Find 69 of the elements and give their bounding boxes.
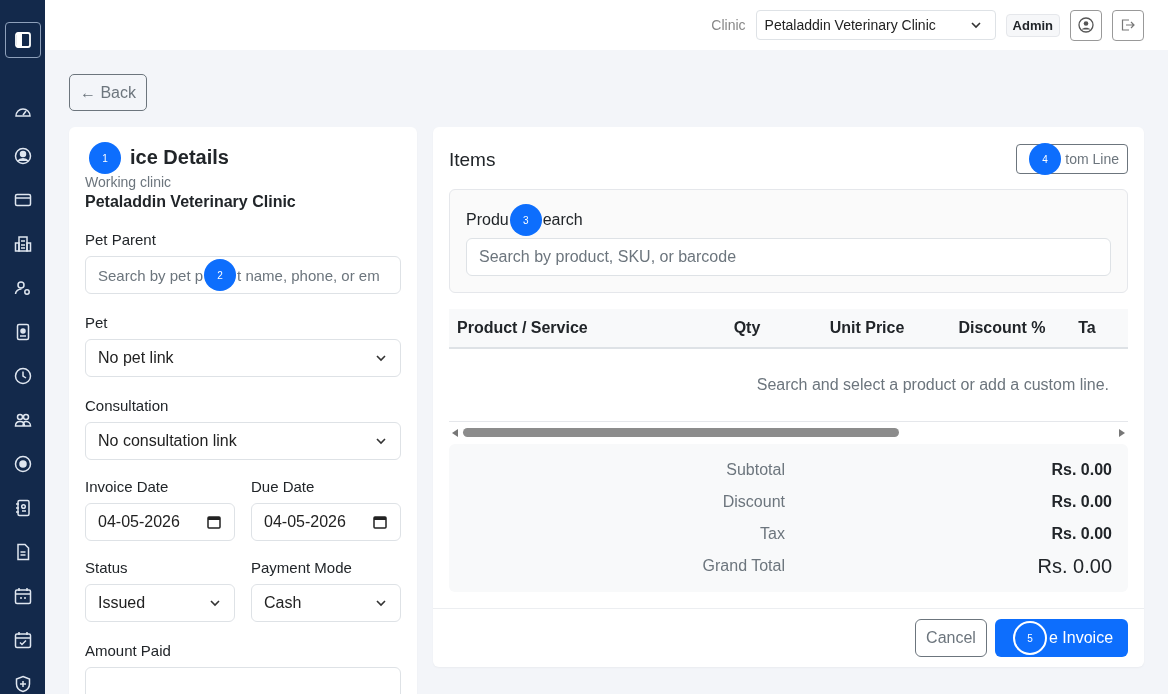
step-marker: 5 [1013,621,1047,655]
column-header: Qty [732,319,762,337]
product-search-field[interactable]: Search by product, SKU, or barcode [466,238,1111,276]
clinic-label: Clinic [711,17,746,33]
status-select[interactable]: Issued [85,584,235,622]
field-label: earch [542,211,583,229]
total-value: Rs. 0.00 [1050,525,1112,543]
card-icon[interactable] [13,191,32,209]
step-marker: 2 [204,259,237,291]
calendar-icon[interactable] [13,587,32,605]
exit-icon [1120,17,1136,33]
back-button[interactable]: ← Back [69,74,147,111]
amount-paid-field[interactable] [85,667,401,694]
pet-parent-search-field[interactable]: Search by pet p 2 t name, phone, or em [85,256,401,294]
payment-mode-select[interactable]: Cash [251,584,401,622]
sidebar-toggle-icon[interactable] [4,22,41,58]
empty-table-message: Search and select a product or add a custom line. [756,376,1109,394]
total-label: Tax [759,525,785,543]
consultation-select[interactable]: No consultation link [85,422,401,460]
field-label: Amount Paid [85,642,172,659]
column-header: Discount % [957,319,1047,337]
clock-icon[interactable] [13,367,32,385]
invoice-date-field[interactable]: 04-05-2026 [85,503,235,541]
logout-button[interactable] [1112,9,1144,41]
field-label: Payment Mode [251,559,353,576]
step-marker: 1 [89,142,121,174]
column-header: Ta [1077,319,1097,337]
card-title: Items [449,148,496,171]
total-value: Rs. 0.00 [1050,461,1112,479]
placeholder-text: Search by pet p [98,266,204,284]
total-value: Rs. 0.00 [1036,554,1112,578]
column-header: Product / Service [457,319,589,337]
total-label: Discount [721,493,785,511]
field-label: Due Date [251,478,316,495]
step-marker: 3 [509,204,542,236]
save-invoice-button[interactable]: 5 e Invoice [995,619,1128,657]
field-label: Consultation [85,397,170,414]
field-label: Invoice Date [85,478,170,495]
total-label: Subtotal [725,461,785,479]
pet-select[interactable]: No pet link [85,339,401,377]
clinic-select[interactable]: Petaladdin Veterinary Clinic [755,10,996,40]
building-icon[interactable] [13,235,32,253]
calendar-icon [206,514,222,530]
field-label: Pet [85,314,109,331]
scroll-left-icon[interactable] [451,428,459,438]
placeholder-text: t name, phone, or em [237,266,380,284]
profile-button[interactable] [1070,9,1102,41]
field-label: Produ [466,211,509,229]
user-icon[interactable] [13,147,32,165]
total-value: Rs. 0.00 [1050,493,1112,511]
user-icon [1078,17,1094,33]
card-title: ice Details [130,146,229,169]
scroll-right-icon[interactable] [1118,428,1126,438]
field-label: Status [85,559,129,576]
column-header: Unit Price [828,319,906,337]
users-icon[interactable] [13,411,32,429]
working-clinic-name: Petaladdin Veterinary Clinic [85,193,297,211]
total-label: Grand Total [701,557,785,575]
cancel-button[interactable]: Cancel [915,619,987,657]
due-date-field[interactable]: 04-05-2026 [251,503,401,541]
calendar-check-icon[interactable] [13,631,32,649]
role-badge: Admin [1005,13,1060,37]
working-clinic-label: Working clinic [85,174,173,190]
contacts-icon[interactable] [13,499,32,517]
calendar-icon [372,514,388,530]
user-settings-icon[interactable] [13,279,32,297]
shield-icon[interactable] [13,675,32,693]
record-icon[interactable] [13,455,32,473]
field-label: Pet Parent [85,231,157,248]
